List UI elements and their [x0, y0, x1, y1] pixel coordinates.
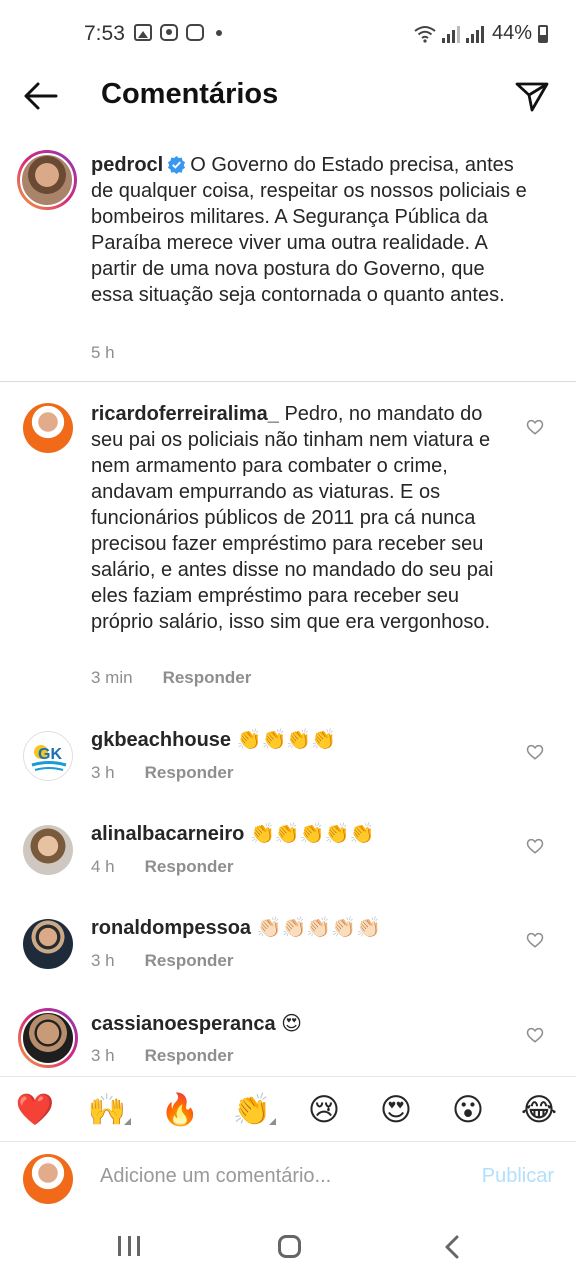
- like-comment-heart-icon[interactable]: [526, 1026, 544, 1044]
- post-author-avatar[interactable]: [17, 150, 77, 210]
- like-comment-heart-icon[interactable]: [526, 418, 544, 436]
- comment-time: 4 h: [91, 857, 115, 876]
- system-icons: 44%: [414, 22, 548, 45]
- comment-username[interactable]: gkbeachhouse: [91, 729, 231, 751]
- reply-button[interactable]: Responder: [145, 951, 234, 971]
- comment-time: 3 h: [91, 763, 115, 782]
- page-title: Comentários: [101, 78, 279, 110]
- reply-button[interactable]: Responder: [145, 763, 234, 783]
- comment-meta: 3 h Responder: [91, 1046, 233, 1066]
- more-notifications-icon: [216, 29, 222, 36]
- comment-text: 👏👏👏👏👏: [249, 823, 375, 845]
- emoji-red-heart[interactable]: ❤️: [15, 1091, 55, 1129]
- caption-divider: [0, 381, 576, 382]
- emoji-quick-bar: ❤️ 🙌 🔥 👏 😢 😍 😮 😂: [0, 1076, 576, 1142]
- comment-meta: 4 h Responder: [91, 857, 233, 877]
- comment-time: 3 h: [91, 951, 115, 970]
- post-author-username[interactable]: pedrocl: [91, 154, 163, 176]
- comment-username[interactable]: ricardoferreiralima_: [91, 403, 279, 425]
- comment-body: ronaldompessoa 👏🏻👏🏻👏🏻👏🏻👏🏻: [91, 915, 511, 941]
- verified-badge-icon: [168, 155, 186, 174]
- commenter-avatar[interactable]: [23, 919, 73, 969]
- system-back-icon[interactable]: [443, 1234, 461, 1260]
- comment-text: 👏🏻👏🏻👏🏻👏🏻👏🏻: [256, 917, 382, 939]
- comments-screen: 7:53 44% Comentários pedrocl O Governo d…: [0, 0, 576, 1280]
- post-caption: pedrocl O Governo do Estado precisa, ante…: [91, 152, 531, 308]
- comment-text: 😍: [281, 1013, 302, 1035]
- status-bar: 7:53 44%: [0, 0, 576, 70]
- signal-2-icon: [465, 25, 484, 43]
- comment-username[interactable]: cassianoesperanca: [91, 1013, 276, 1035]
- commenter-avatar[interactable]: [18, 1008, 78, 1068]
- top-app-bar: Comentários: [0, 70, 576, 122]
- snapchat-notification-icon: [186, 24, 204, 41]
- signal-1-icon: [441, 25, 460, 43]
- commenter-avatar[interactable]: GK: [23, 731, 73, 781]
- comment-username[interactable]: alinalbacarneiro: [91, 823, 244, 845]
- comment-time: 3 min: [91, 668, 133, 687]
- battery-percent: 44%: [491, 22, 532, 44]
- comment-body: alinalbacarneiro 👏👏👏👏👏: [91, 821, 511, 847]
- comment-meta: 3 h Responder: [91, 951, 233, 971]
- comment-username[interactable]: ronaldompessoa: [91, 917, 251, 939]
- comment-meta: 3 h Responder: [91, 763, 233, 783]
- comment-time: 3 h: [91, 1046, 115, 1065]
- send-icon[interactable]: [512, 76, 552, 116]
- home-icon[interactable]: [278, 1235, 301, 1258]
- comment-body: gkbeachhouse 👏👏👏👏: [91, 727, 511, 753]
- emoji-clapping-hands-glyph: 👏: [232, 1092, 272, 1127]
- publish-button[interactable]: Publicar: [482, 1165, 554, 1188]
- system-navigation-bar: [0, 1222, 576, 1280]
- emoji-surprised-face[interactable]: 😮: [448, 1091, 488, 1129]
- battery-icon: [538, 24, 548, 43]
- comment-body: ricardoferreiralima_ Pedro, no mandato d…: [91, 401, 511, 635]
- reply-button[interactable]: Responder: [163, 668, 252, 688]
- post-caption-text: O Governo do Estado precisa, antes de qu…: [91, 154, 527, 306]
- svg-text:GK: GK: [38, 746, 62, 763]
- commenter-avatar[interactable]: [23, 403, 73, 453]
- emoji-tears-of-joy[interactable]: 😂: [519, 1091, 559, 1129]
- like-comment-heart-icon[interactable]: [526, 743, 544, 761]
- reply-button[interactable]: Responder: [145, 857, 234, 877]
- post-time: 5 h: [91, 343, 115, 362]
- media-notification-icon: [160, 24, 178, 41]
- status-time: 7:53: [84, 22, 125, 45]
- back-arrow-icon[interactable]: [18, 76, 62, 116]
- skin-tone-indicator: [124, 1118, 131, 1125]
- emoji-clapping-hands[interactable]: 👏: [232, 1091, 276, 1129]
- like-comment-heart-icon[interactable]: [526, 837, 544, 855]
- gkbeachhouse-logo-icon: GK: [31, 745, 67, 771]
- comment-text: Pedro, no mandato do seu pai os policiai…: [91, 403, 494, 633]
- reply-button[interactable]: Responder: [145, 1046, 234, 1066]
- recent-apps-icon[interactable]: [118, 1236, 140, 1258]
- like-comment-heart-icon[interactable]: [526, 931, 544, 949]
- emoji-raising-hands-glyph: 🙌: [87, 1092, 127, 1127]
- wifi-icon: [414, 25, 436, 43]
- emoji-crying-face[interactable]: 😢: [304, 1091, 344, 1129]
- post-meta: 5 h: [91, 343, 115, 363]
- commenter-avatar[interactable]: [23, 825, 73, 875]
- comment-body: cassianoesperanca 😍: [91, 1011, 511, 1037]
- emoji-raising-hands[interactable]: 🙌: [87, 1091, 131, 1129]
- skin-tone-indicator: [269, 1118, 276, 1125]
- emoji-fire[interactable]: 🔥: [160, 1091, 200, 1129]
- comment-meta: 3 min Responder: [91, 668, 251, 688]
- comment-input[interactable]: Adicione um comentário...: [100, 1165, 331, 1188]
- gallery-notification-icon: [134, 24, 152, 41]
- emoji-heart-eyes[interactable]: 😍: [376, 1091, 416, 1129]
- comment-text: 👏👏👏👏: [236, 729, 337, 751]
- notification-icons: [134, 24, 222, 41]
- current-user-avatar: [23, 1154, 73, 1204]
- comment-composer: Adicione um comentário... Publicar: [0, 1142, 576, 1222]
